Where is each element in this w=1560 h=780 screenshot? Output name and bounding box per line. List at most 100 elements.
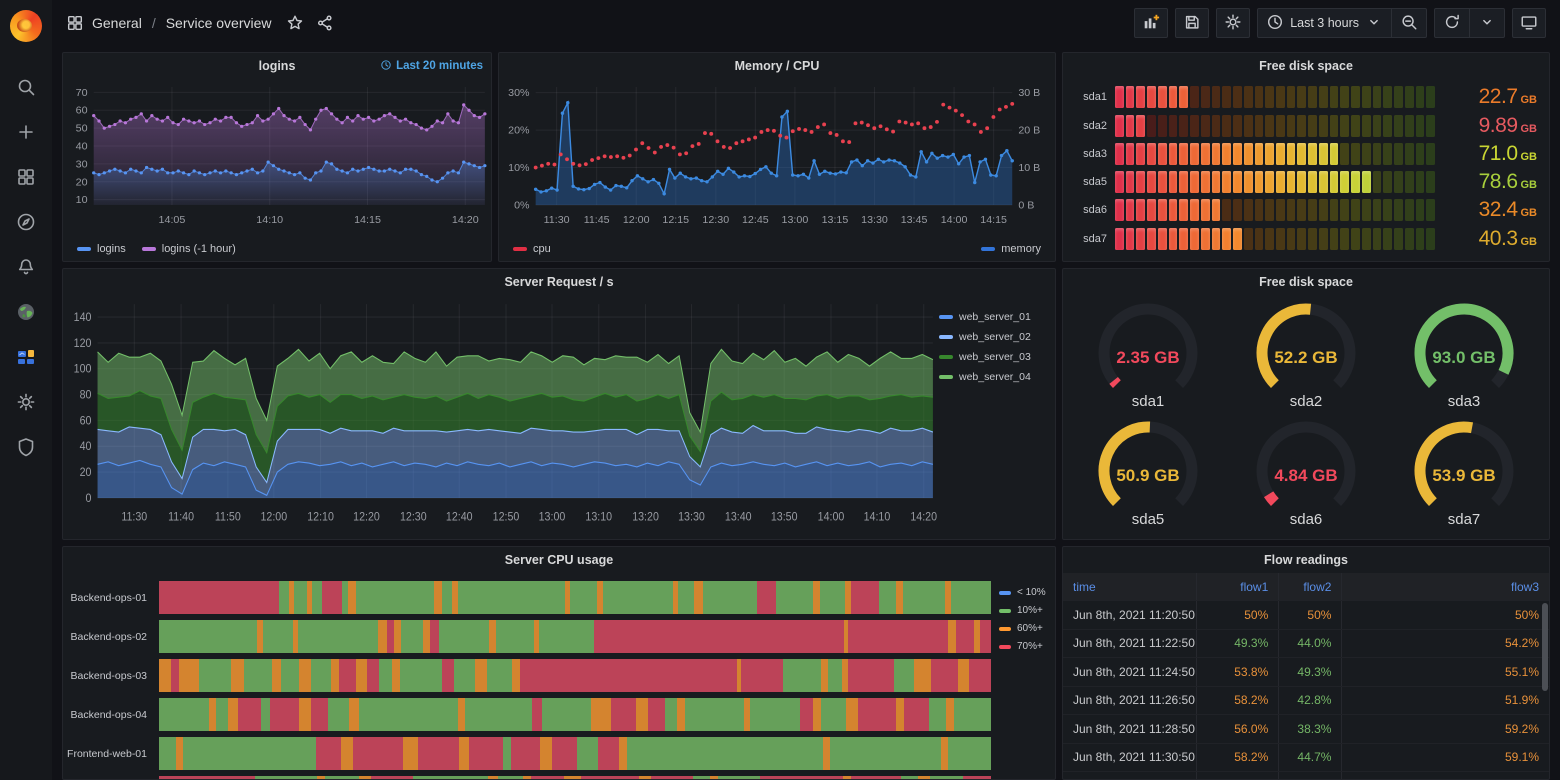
legend-item[interactable]: web_server_01	[939, 311, 1055, 323]
grafana-logo[interactable]	[10, 10, 42, 42]
breadcrumb-folder[interactable]: General	[92, 15, 142, 31]
column-header-flow3[interactable]: flow3	[1342, 573, 1549, 600]
timeline-segment	[176, 737, 183, 770]
panel-title-server-cpu-usage[interactable]: Server CPU usage	[63, 547, 1055, 573]
legend-item[interactable]: web_server_03	[939, 351, 1055, 363]
legend-item[interactable]: cpu	[513, 243, 551, 255]
legend-swatch	[939, 375, 953, 379]
timeline-segment	[279, 581, 289, 614]
legend-item[interactable]: logins (-1 hour)	[142, 243, 236, 255]
led-cell	[1319, 171, 1328, 193]
memory-cpu-chart[interactable]: 0%0 B10%10 B20%20 B30%30 B11:3011:4512:0…	[499, 79, 1055, 237]
timeline-segment	[603, 581, 673, 614]
disk-label: sda3	[1071, 148, 1107, 160]
refresh-button[interactable]	[1435, 9, 1469, 37]
led-cell	[1330, 228, 1339, 250]
sidebar-item-create[interactable]	[8, 119, 44, 149]
timeline-segment	[359, 776, 371, 780]
led-cell	[1126, 115, 1135, 137]
star-icon[interactable]	[286, 14, 304, 32]
timeline-row-label: Backend-ops-01	[63, 592, 159, 604]
table-scrollbar[interactable]	[1542, 603, 1548, 691]
sidebar-item-search[interactable]	[8, 74, 44, 104]
timeline-segment	[611, 698, 636, 731]
share-icon[interactable]	[316, 14, 334, 32]
led-cell	[1416, 228, 1425, 250]
timeline-row-bar[interactable]	[159, 659, 991, 692]
legend-item[interactable]: memory	[981, 243, 1041, 255]
timeline-row-bar[interactable]	[159, 698, 991, 731]
column-header-flow1[interactable]: flow1	[1197, 573, 1280, 600]
led-cell	[1169, 171, 1178, 193]
add-panel-button[interactable]	[1134, 8, 1168, 38]
led-cell	[1416, 171, 1425, 193]
tv-mode-button[interactable]	[1512, 8, 1546, 38]
led-cell	[1265, 171, 1274, 193]
sidebar-item-dashboards[interactable]	[8, 164, 44, 194]
led-cell	[1383, 86, 1392, 108]
sidebar-item-explore[interactable]	[8, 209, 44, 239]
timeline-segment	[820, 581, 845, 614]
legend-item[interactable]: 10%+	[999, 605, 1049, 616]
legend-item[interactable]: logins	[77, 243, 126, 255]
led-cell	[1158, 199, 1167, 221]
sidebar-item-admin[interactable]	[8, 434, 44, 464]
timeline-row-bar[interactable]	[159, 737, 991, 770]
legend-item[interactable]: web_server_02	[939, 331, 1055, 343]
panel-title-server-requests[interactable]: Server Request / s	[63, 269, 1055, 295]
server-requests-chart[interactable]: 14012010080604020011:3011:4011:5012:0012…	[63, 295, 939, 539]
sidebar-item-panels[interactable]	[8, 344, 44, 374]
dashboards-icon[interactable]	[66, 14, 84, 32]
timeline-segment	[636, 698, 648, 731]
timeline-row-bar[interactable]	[159, 581, 991, 614]
legend-item[interactable]: web_server_04	[939, 371, 1055, 383]
legend-item[interactable]: 70%+	[999, 641, 1049, 652]
svg-text:14:15: 14:15	[980, 214, 1007, 226]
memory-cpu-chart-svg[interactable]: 0%0 B10%10 B20%20 B30%30 B11:3011:4512:0…	[499, 79, 1055, 237]
sidebar-item-configuration[interactable]	[8, 389, 44, 419]
column-header-flow2[interactable]: flow2	[1279, 573, 1342, 600]
timeline-segment	[439, 620, 489, 653]
led-cell	[1426, 171, 1435, 193]
led-cell	[1416, 115, 1425, 137]
led-cell	[1212, 115, 1221, 137]
legend-swatch	[999, 609, 1011, 613]
led-cell	[1147, 199, 1156, 221]
table-row: Jun 8th, 2021 11:32:5062.2%43.6%64.2%	[1063, 771, 1549, 780]
panel-title-free-disk-bars[interactable]: Free disk space	[1063, 53, 1549, 79]
led-cell	[1297, 199, 1306, 221]
led-cell	[1416, 86, 1425, 108]
dashboard-settings-button[interactable]	[1216, 8, 1250, 38]
server-requests-chart-svg[interactable]: 14012010080604020011:3011:4011:5012:0012…	[63, 295, 939, 539]
timeline-segment	[539, 620, 594, 653]
breadcrumb-dashboard[interactable]: Service overview	[166, 15, 272, 31]
refresh-interval-button[interactable]	[1470, 9, 1504, 37]
timeline-segment	[896, 581, 903, 614]
panel-time-override[interactable]: Last 20 minutes	[380, 53, 483, 79]
timeline-row: Frontend-web-01	[63, 737, 991, 770]
panel-title-free-disk-gauges[interactable]: Free disk space	[1063, 269, 1549, 295]
gauge-sda6: 4.84 GBsda6	[1227, 413, 1385, 531]
column-header-time[interactable]: time	[1063, 573, 1197, 600]
logins-chart-svg[interactable]: 1020304050607014:0514:1014:1514:20	[63, 79, 491, 237]
svg-text:11:30: 11:30	[121, 511, 147, 524]
sidebar-item-world[interactable]	[8, 299, 44, 329]
led-cell	[1362, 199, 1371, 221]
zoom-out-button[interactable]	[1392, 9, 1426, 37]
svg-text:11:40: 11:40	[168, 511, 194, 524]
legend-item[interactable]: 60%+	[999, 623, 1049, 634]
timeline-row-bar[interactable]	[159, 620, 991, 653]
save-dashboard-button[interactable]	[1175, 8, 1209, 38]
timeline-segment	[694, 581, 703, 614]
logins-chart[interactable]: 1020304050607014:0514:1014:1514:20	[63, 79, 491, 237]
time-range-picker[interactable]: Last 3 hours	[1258, 9, 1391, 37]
led-cell	[1383, 143, 1392, 165]
legend-item[interactable]: < 10%	[999, 587, 1049, 598]
timeline-segment	[821, 659, 828, 692]
timeline-segment	[359, 698, 459, 731]
panel-title-memory-cpu[interactable]: Memory / CPU	[499, 53, 1055, 79]
timeline-row-bar[interactable]	[159, 776, 991, 780]
sidebar-item-alerting[interactable]	[8, 254, 44, 284]
panel-title-flow-readings[interactable]: Flow readings	[1063, 547, 1549, 573]
timeline-segment	[930, 776, 963, 780]
